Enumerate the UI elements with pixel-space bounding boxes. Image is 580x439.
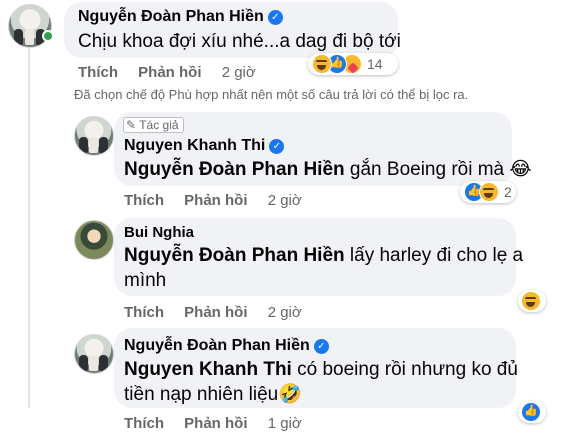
reply-button[interactable]: Phản hồi xyxy=(184,304,247,321)
comment-text-line-2: mình xyxy=(124,270,167,291)
haha-icon xyxy=(521,291,541,311)
comment-actions: Thích Phản hồi 1 giờ xyxy=(124,415,302,432)
comment-author[interactable]: Nguyễn Đoàn Phan Hiền ✓ xyxy=(124,337,329,355)
online-status-dot xyxy=(42,30,54,42)
comment-text: Nguyễn Đoàn Phan Hiền gắn Boeing rồi mà … xyxy=(124,159,532,180)
mention-link[interactable]: Nguyễn Đoàn Phan Hiền xyxy=(124,245,345,266)
avatar[interactable] xyxy=(74,334,114,374)
comment-actions: Thích Phản hồi 2 giờ xyxy=(78,64,256,81)
author-badge: ✎ Tác giả xyxy=(123,117,184,133)
comment-timestamp[interactable]: 2 giờ xyxy=(268,304,302,321)
comment-timestamp[interactable]: 1 giờ xyxy=(268,415,302,432)
reaction-summary[interactable] xyxy=(518,290,546,312)
filter-notice: Đã chọn chế độ Phù hợp nhất nên một số c… xyxy=(74,87,469,102)
like-button[interactable]: Thích xyxy=(124,192,164,209)
pencil-icon: ✎ xyxy=(126,118,137,132)
verified-badge-icon: ✓ xyxy=(267,10,283,25)
mention-link[interactable]: Nguyen Khanh Thi xyxy=(124,359,292,380)
reply-button[interactable]: Phản hồi xyxy=(138,64,201,81)
like-icon: 👍 xyxy=(521,402,541,422)
comment-author[interactable]: Bui Nghia xyxy=(124,224,194,241)
like-button[interactable]: Thích xyxy=(124,304,164,321)
comment-author[interactable]: Nguyễn Đoàn Phan Hiền ✓ xyxy=(78,8,283,26)
comment-text: Nguyen Khanh Thi có boeing rồi nhưng ko … xyxy=(124,359,518,380)
avatar[interactable] xyxy=(74,116,114,156)
haha-icon xyxy=(479,182,499,202)
reaction-summary[interactable]: 👍 14 xyxy=(308,53,398,75)
verified-badge-icon: ✓ xyxy=(269,139,285,154)
reaction-summary[interactable]: 👍 xyxy=(518,401,546,423)
reaction-count: 2 xyxy=(504,184,512,200)
comment-timestamp[interactable]: 2 giờ xyxy=(222,64,256,81)
reply-button[interactable]: Phản hồi xyxy=(184,415,247,432)
mention-link[interactable]: Nguyễn Đoàn Phan Hiền xyxy=(124,159,345,180)
comment-author[interactable]: Nguyen Khanh Thi ✓ xyxy=(124,137,285,155)
like-button[interactable]: Thích xyxy=(78,64,118,81)
avatar[interactable] xyxy=(74,220,114,260)
like-button[interactable]: Thích xyxy=(124,415,164,432)
comment-text: Chịu khoa đợi xíu nhé...a dag đi bộ tới xyxy=(78,31,401,52)
comment-timestamp[interactable]: 2 giờ xyxy=(268,192,302,209)
reaction-summary[interactable]: 👍 2 xyxy=(460,181,516,203)
comment-actions: Thích Phản hồi 2 giờ xyxy=(124,192,302,209)
reaction-count: 14 xyxy=(367,56,383,72)
reply-button[interactable]: Phản hồi xyxy=(184,192,247,209)
comment-text: Nguyễn Đoàn Phan Hiền lấy harley đi cho … xyxy=(124,245,524,266)
verified-badge-icon: ✓ xyxy=(313,339,329,354)
comment-actions: Thích Phản hồi 2 giờ xyxy=(124,304,302,321)
haha-icon xyxy=(312,54,332,74)
comment-text-line-2: tiền nạp nhiên liệu🤣 xyxy=(124,384,302,405)
reply-thread-line xyxy=(28,48,30,408)
